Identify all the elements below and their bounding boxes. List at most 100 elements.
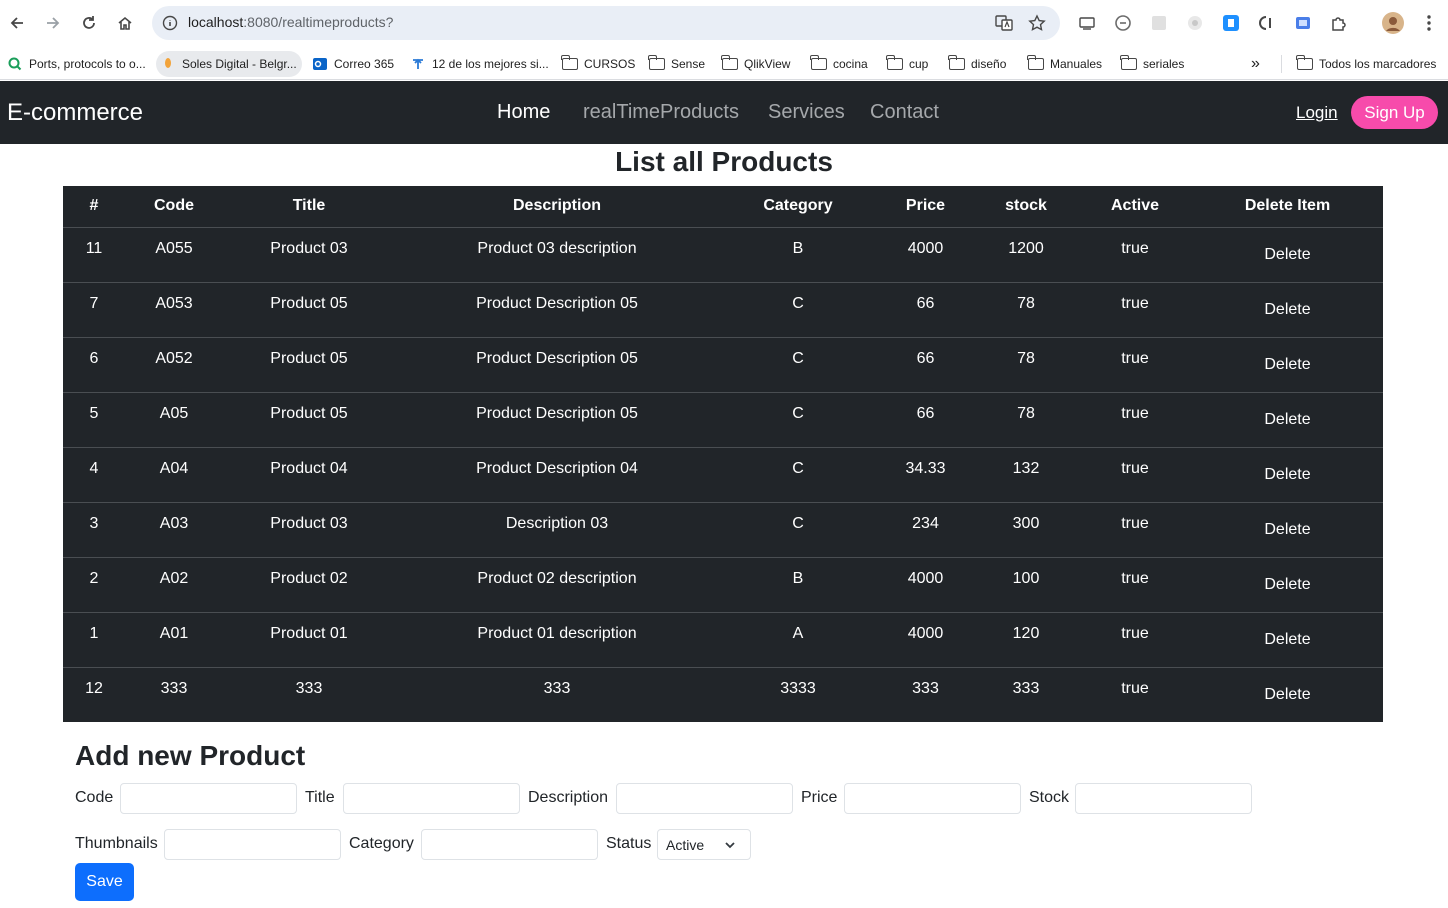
bookmark-folder[interactable]: CURSOS [558,51,641,77]
table-cell: 4000 [877,557,974,613]
table-cell: 7 [63,282,125,338]
bookmark-label: CURSOS [584,57,636,71]
status-select[interactable]: Active [657,829,751,860]
signup-button[interactable]: Sign Up [1351,96,1438,129]
bookmark-folder[interactable]: cocina [807,51,874,77]
column-header: Price [877,186,974,228]
delete-button[interactable]: Delete [1264,411,1310,429]
table-cell: true [1121,679,1149,697]
nav-link-realtimeproducts[interactable]: realTimeProducts [583,101,739,124]
thumbnails-input[interactable] [164,829,341,860]
extension-camera-icon[interactable] [1183,11,1207,35]
browser-menu-icon[interactable] [1417,11,1441,35]
table-cell: 6 [63,337,125,393]
table-cell: B [719,557,877,613]
title-input[interactable] [343,783,520,814]
bookmark-folder[interactable]: Manuales [1024,51,1108,77]
forward-icon[interactable] [41,11,65,35]
extension-blue-icon[interactable] [1219,11,1243,35]
delete-button[interactable]: Delete [1264,246,1310,264]
save-button[interactable]: Save [75,863,134,901]
bookmark-folder[interactable]: Sense [645,51,711,77]
extensions-puzzle-icon[interactable] [1327,11,1351,35]
folder-icon [948,55,965,72]
login-link[interactable]: Login [1296,103,1338,123]
column-header: Category [719,186,877,228]
delete-button[interactable]: Delete [1264,686,1310,704]
bookmark-folder[interactable]: QlikView [718,51,796,77]
table-cell: C [719,392,877,448]
url-path: :8080/realtimeproducts? [243,14,394,30]
table-cell: 132 [974,447,1078,503]
bookmarks-overflow-button[interactable]: » [1247,51,1266,77]
address-bar[interactable]: localhost:8080/realtimeproducts? [152,6,1060,40]
back-icon[interactable] [5,11,29,35]
extension-sync-icon[interactable] [1111,11,1135,35]
bookmark-item[interactable]: 12 de los mejores si... [406,51,555,77]
nav-link-home[interactable]: Home [497,101,550,124]
table-cell: 5 [63,392,125,448]
delete-button[interactable]: Delete [1264,576,1310,594]
bookmark-item[interactable]: Ports, protocols to o... [3,51,152,77]
delete-button[interactable]: Delete [1264,466,1310,484]
home-icon[interactable] [113,11,137,35]
delete-cell: Delete [1192,557,1383,613]
code-input[interactable] [120,783,297,814]
translate-icon[interactable] [994,13,1014,33]
delete-button[interactable]: Delete [1264,301,1310,319]
site-info-icon[interactable] [160,13,180,33]
table-cell: A055 [125,227,223,283]
page-title: List all Products [615,146,833,177]
add-product-title: Add new Product [75,740,306,771]
reload-icon[interactable] [77,11,101,35]
table-cell: Product 03 description [395,227,719,283]
bookmark-folder[interactable]: cup [883,51,934,77]
extension-grid-icon[interactable] [1147,11,1171,35]
nav-link-contact[interactable]: Contact [870,101,939,124]
bookmark-item[interactable]: Correo 365 [308,51,400,77]
bookmark-label: seriales [1143,57,1185,71]
extension-window-icon[interactable] [1291,11,1315,35]
delete-button[interactable]: Delete [1264,356,1310,374]
table-row: 5 A05 Product 05 Product Description 05 C 66 7… [63,392,1383,448]
table-cell: 78 [974,337,1078,393]
bookmark-folder[interactable]: diseño [945,51,1012,77]
table-cell: 11 [63,227,125,283]
description-input[interactable] [616,783,793,814]
profile-avatar[interactable] [1381,11,1405,35]
delete-cell: Delete [1192,392,1383,448]
column-header: Delete Item [1192,186,1383,228]
table-cell: Product 01 description [395,612,719,668]
table-cell: 234 [877,502,974,558]
bookmark-star-icon[interactable] [1027,13,1047,33]
table-cell: A04 [125,447,223,503]
outlook-icon [312,56,328,72]
table-cell: 120 [974,612,1078,668]
bookmark-label: diseño [971,57,1007,71]
folder-icon [721,55,738,72]
url-host: localhost [188,14,244,30]
trello-icon [410,56,426,72]
category-input[interactable] [421,829,598,860]
title-label: Title [305,789,335,806]
category-label: Category [349,835,414,852]
delete-button[interactable]: Delete [1264,631,1310,649]
table-cell: A053 [125,282,223,338]
price-input[interactable] [844,783,1021,814]
bookmark-label: cup [909,57,929,71]
bookmark-folder[interactable]: seriales [1117,51,1190,77]
delete-cell: Delete [1192,282,1383,338]
bookmark-item[interactable]: Soles Digital - Belgr... [156,51,302,77]
all-bookmarks-folder[interactable]: Todos los marcadores [1293,51,1442,77]
brand-logo[interactable]: E-commerce [7,99,143,127]
chevron-down-icon [724,838,736,854]
nav-link-services[interactable]: Services [768,101,845,124]
extension-code-icon[interactable] [1255,11,1279,35]
delete-button[interactable]: Delete [1264,521,1310,539]
column-header: Description [395,186,719,228]
table-cell: Product 03 [223,502,395,558]
table-cell: Product 03 [223,227,395,283]
folder-icon [886,55,903,72]
stock-input[interactable] [1075,783,1252,814]
extension-translate-icon[interactable] [1075,11,1099,35]
